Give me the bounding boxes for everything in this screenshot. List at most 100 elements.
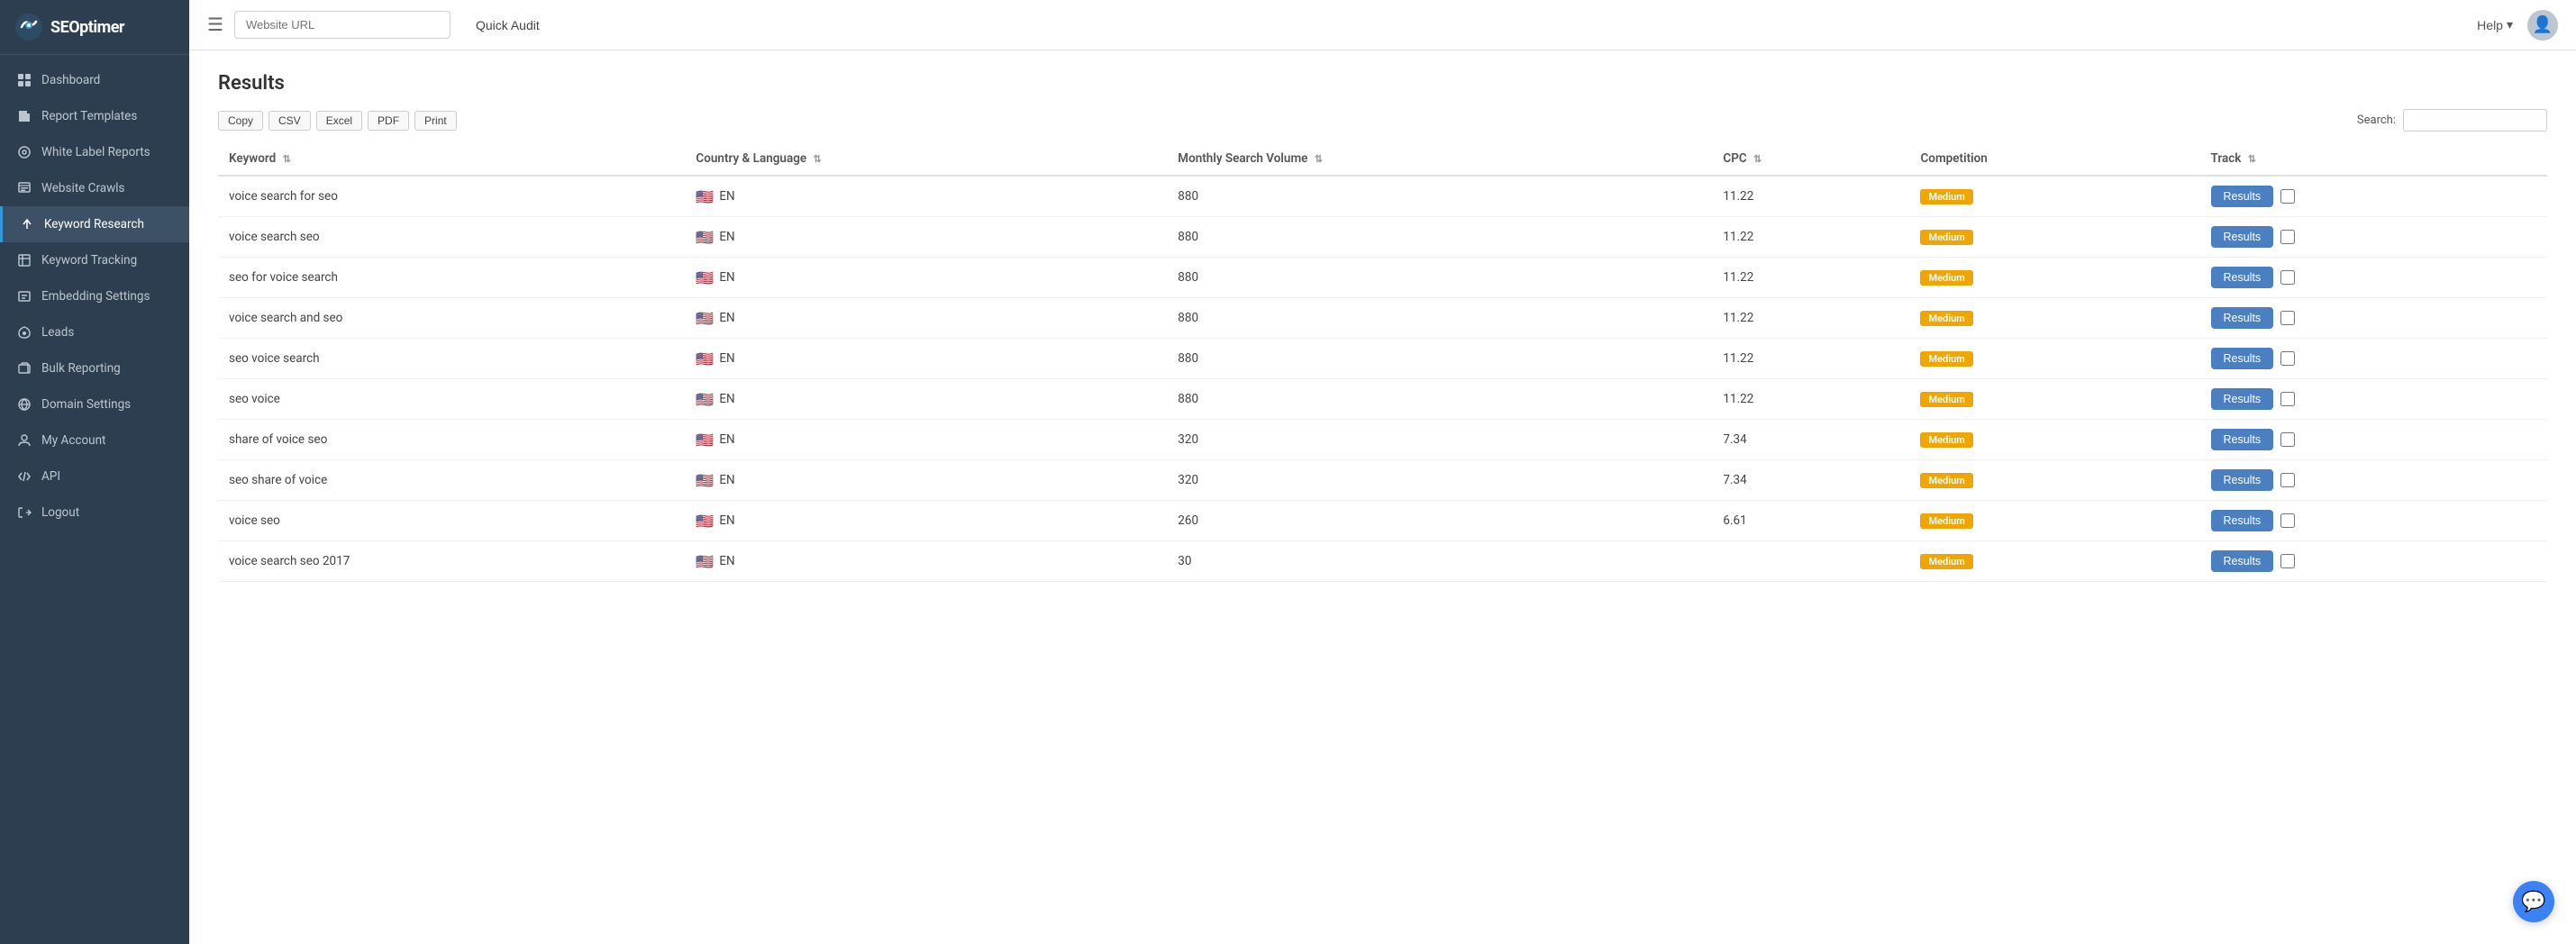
flag-icon-0: 🇺🇸	[696, 188, 714, 205]
track-checkbox-9[interactable]	[2280, 554, 2295, 568]
domain-settings-nav-icon	[16, 396, 32, 413]
page-title: Results	[218, 72, 2547, 95]
pdf-button[interactable]: PDF	[368, 111, 409, 131]
results-button-2[interactable]: Results	[2211, 267, 2274, 288]
results-button-9[interactable]: Results	[2211, 550, 2274, 572]
col-track-sort-icon[interactable]: ⇅	[2248, 153, 2256, 165]
table-body: voice search for seo 🇺🇸 EN 880 11.22 Med…	[218, 176, 2547, 582]
track-checkbox-7[interactable]	[2280, 473, 2295, 487]
cell-competition-1: Medium	[1909, 217, 2199, 258]
track-checkbox-5[interactable]	[2280, 392, 2295, 406]
results-button-8[interactable]: Results	[2211, 510, 2274, 531]
results-button-1[interactable]: Results	[2211, 226, 2274, 248]
sidebar-item-website-crawls[interactable]: Website Crawls	[0, 170, 189, 206]
help-label: Help	[2477, 18, 2503, 32]
my-account-nav-icon	[16, 432, 32, 449]
lang-label-2: EN	[719, 270, 734, 285]
cell-track-2: Results	[2200, 258, 2548, 298]
print-button[interactable]: Print	[414, 111, 457, 131]
col-keyword-sort-icon[interactable]: ⇅	[283, 153, 291, 165]
sidebar-item-keyword-tracking[interactable]: Keyword Tracking	[0, 242, 189, 278]
cell-keyword-7: seo share of voice	[218, 460, 685, 501]
sidebar-item-logout[interactable]: Logout	[0, 495, 189, 531]
cell-cpc-7: 7.34	[1712, 460, 1909, 501]
cell-volume-0: 880	[1167, 176, 1712, 217]
search-input[interactable]	[2403, 109, 2547, 132]
cell-competition-9: Medium	[1909, 541, 2199, 582]
results-button-7[interactable]: Results	[2211, 469, 2274, 491]
track-checkbox-8[interactable]	[2280, 513, 2295, 528]
track-checkbox-0[interactable]	[2280, 189, 2295, 204]
sidebar-item-report-templates[interactable]: Report Templates	[0, 98, 189, 134]
sidebar: SEOptimer Dashboard Report Templates Whi…	[0, 0, 189, 944]
cell-keyword-9: voice search seo 2017	[218, 541, 685, 582]
my-account-nav-label: My Account	[41, 433, 105, 448]
chat-bubble[interactable]: 💬	[2513, 881, 2554, 922]
competition-badge-6: Medium	[1920, 432, 1972, 448]
sidebar-item-bulk-reporting[interactable]: Bulk Reporting	[0, 350, 189, 386]
cell-competition-0: Medium	[1909, 176, 2199, 217]
quick-audit-button[interactable]: Quick Audit	[460, 12, 556, 39]
url-input[interactable]	[234, 11, 451, 39]
cell-volume-1: 880	[1167, 217, 1712, 258]
competition-badge-1: Medium	[1920, 230, 1972, 245]
track-checkbox-6[interactable]	[2280, 432, 2295, 447]
main-content: Results Copy CSV Excel PDF Print Search:…	[189, 50, 2576, 944]
cell-cpc-3: 11.22	[1712, 298, 1909, 339]
col-volume: Monthly Search Volume ⇅	[1167, 142, 1712, 176]
sidebar-item-api[interactable]: API	[0, 458, 189, 495]
domain-settings-nav-label: Domain Settings	[41, 397, 131, 412]
cell-keyword-1: voice search seo	[218, 217, 685, 258]
keyword-research-nav-label: Keyword Research	[44, 217, 144, 231]
flag-icon-7: 🇺🇸	[696, 472, 714, 489]
sidebar-item-domain-settings[interactable]: Domain Settings	[0, 386, 189, 422]
col-cpc-sort-icon[interactable]: ⇅	[1753, 153, 1761, 165]
sidebar-item-embedding-settings[interactable]: Embedding Settings	[0, 278, 189, 314]
lang-label-6: EN	[719, 432, 734, 447]
dashboard-nav-label: Dashboard	[41, 73, 100, 87]
sidebar-item-white-label-reports[interactable]: White Label Reports	[0, 134, 189, 170]
competition-badge-9: Medium	[1920, 554, 1972, 569]
results-button-6[interactable]: Results	[2211, 429, 2274, 450]
col-cl-sort-icon[interactable]: ⇅	[814, 153, 822, 165]
keyword-research-nav-icon	[19, 216, 35, 232]
results-button-3[interactable]: Results	[2211, 307, 2274, 329]
csv-button[interactable]: CSV	[269, 111, 311, 131]
col-vol-sort-icon[interactable]: ⇅	[1315, 153, 1323, 165]
cell-track-1: Results	[2200, 217, 2548, 258]
track-checkbox-4[interactable]	[2280, 351, 2295, 366]
track-checkbox-1[interactable]	[2280, 230, 2295, 244]
cell-competition-7: Medium	[1909, 460, 2199, 501]
copy-button[interactable]: Copy	[218, 111, 263, 131]
cell-volume-6: 320	[1167, 420, 1712, 460]
results-button-0[interactable]: Results	[2211, 186, 2274, 207]
sidebar-item-leads[interactable]: Leads	[0, 314, 189, 350]
cell-volume-3: 880	[1167, 298, 1712, 339]
cell-country-6: 🇺🇸 EN	[685, 420, 1167, 460]
report-templates-nav-icon	[16, 108, 32, 124]
track-checkbox-3[interactable]	[2280, 311, 2295, 325]
cell-cpc-2: 11.22	[1712, 258, 1909, 298]
hamburger-button[interactable]: ☰	[207, 14, 223, 36]
cell-keyword-4: seo voice search	[218, 339, 685, 379]
col-track-label: Track	[2211, 151, 2242, 166]
help-button[interactable]: Help ▾	[2477, 17, 2513, 32]
flag-icon-2: 🇺🇸	[696, 269, 714, 286]
sidebar-item-dashboard[interactable]: Dashboard	[0, 62, 189, 98]
cell-cpc-8: 6.61	[1712, 501, 1909, 541]
cell-volume-9: 30	[1167, 541, 1712, 582]
competition-badge-3: Medium	[1920, 311, 1972, 326]
logout-nav-icon	[16, 504, 32, 521]
sidebar-item-my-account[interactable]: My Account	[0, 422, 189, 458]
lang-label-7: EN	[719, 473, 734, 487]
lang-label-3: EN	[719, 311, 734, 325]
excel-button[interactable]: Excel	[316, 111, 362, 131]
cell-track-3: Results	[2200, 298, 2548, 339]
user-avatar[interactable]: 👤	[2527, 10, 2558, 41]
col-track: Track ⇅	[2200, 142, 2548, 176]
track-checkbox-2[interactable]	[2280, 270, 2295, 285]
results-button-5[interactable]: Results	[2211, 388, 2274, 410]
cell-keyword-8: voice seo	[218, 501, 685, 541]
results-button-4[interactable]: Results	[2211, 348, 2274, 369]
sidebar-item-keyword-research[interactable]: Keyword Research	[0, 206, 189, 242]
